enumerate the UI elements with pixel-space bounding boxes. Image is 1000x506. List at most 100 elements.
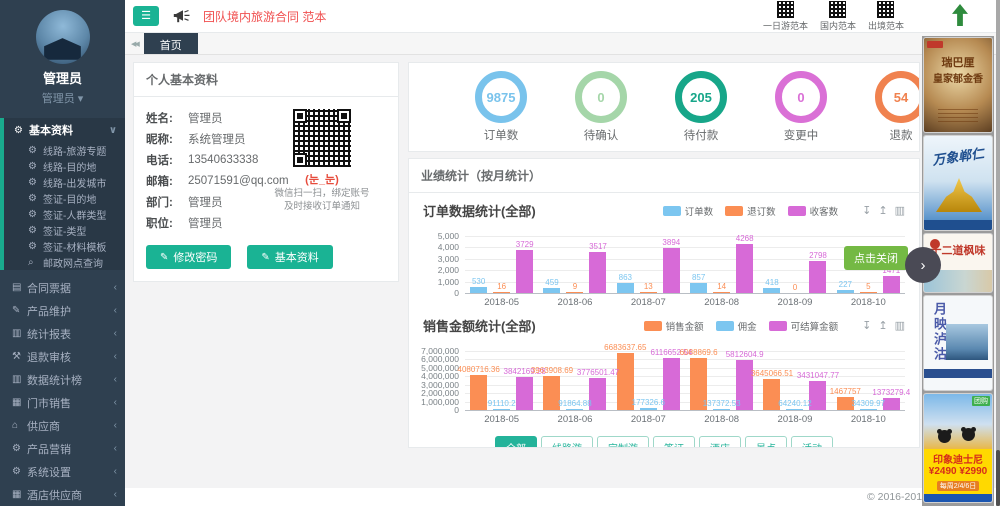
- bar[interactable]: [809, 261, 826, 293]
- sidebar-subitem[interactable]: ⌕邮政网点查询: [4, 254, 125, 270]
- bar[interactable]: [566, 409, 583, 410]
- legend-item[interactable]: 收客数: [788, 204, 839, 218]
- bar[interactable]: [640, 408, 657, 410]
- chart-type-icon[interactable]: ▥: [895, 204, 905, 217]
- qr-template-group: 一日游范本国内范本出境范本: [763, 1, 904, 32]
- tab-home[interactable]: 首页: [144, 33, 198, 54]
- collapse-ads-button[interactable]: ›: [905, 247, 941, 283]
- change-password-button[interactable]: ✎修改密码: [146, 245, 231, 269]
- bar[interactable]: [860, 409, 877, 410]
- sidebar-item[interactable]: ▥数据统计榜‹: [0, 368, 125, 391]
- bar[interactable]: [640, 292, 657, 293]
- sidebar-item[interactable]: ⌂供应商‹: [0, 414, 125, 437]
- bar-value-label: 418: [765, 278, 778, 287]
- bar-slot: 530: [470, 236, 487, 293]
- close-ad-button[interactable]: 点击关闭: [844, 246, 908, 270]
- qr-template-item[interactable]: 一日游范本: [763, 1, 808, 32]
- sidebar-subitem[interactable]: ⚙签证-材料模板: [4, 238, 125, 254]
- avatar[interactable]: [36, 10, 90, 64]
- save-image-icon[interactable]: ↧: [862, 204, 871, 217]
- bar[interactable]: [883, 276, 900, 293]
- legend-item[interactable]: 可结算金额: [769, 319, 839, 333]
- chart-type-icon[interactable]: ▥: [895, 319, 905, 332]
- sidebar-toggle-button[interactable]: ☰: [133, 6, 159, 26]
- x-axis-labels: 2018-052018-062018-072018-082018-092018-…: [465, 297, 905, 308]
- sidebar-item[interactable]: ⚒退款审核‹: [0, 345, 125, 368]
- bar[interactable]: [493, 292, 510, 293]
- user-role-dropdown[interactable]: 管理员 ▾: [0, 90, 125, 106]
- sidebar-item-basic-info[interactable]: ⚙ 基本资料 ∨: [4, 118, 125, 142]
- filter-button-活动[interactable]: 活动: [791, 436, 833, 448]
- bar[interactable]: [543, 288, 560, 293]
- bar-value-label: 34309.97: [852, 399, 885, 408]
- sidebar-item[interactable]: ▥统计报表‹: [0, 322, 125, 345]
- ad-poster[interactable]: 月映泸沽: [924, 296, 992, 390]
- notice-marquee[interactable]: 团队境内旅游合同 范本: [203, 8, 326, 25]
- bar[interactable]: [470, 375, 487, 410]
- bar-value-label: 3894: [662, 238, 680, 247]
- bar[interactable]: [713, 292, 730, 293]
- bar[interactable]: [566, 292, 583, 293]
- y-axis-tick: 2,000: [438, 265, 459, 275]
- bar[interactable]: [690, 283, 707, 293]
- legend-item[interactable]: 订单数: [663, 204, 714, 218]
- filter-button-酒店[interactable]: 酒店: [699, 436, 741, 448]
- ad-poster[interactable]: 瑞巴厘皇家郁金香: [924, 38, 992, 132]
- qr-template-item[interactable]: 出境范本: [868, 1, 904, 32]
- sidebar-item[interactable]: ▤合同票据‹: [0, 276, 125, 299]
- tab-scroll-left-icon[interactable]: ◀◀: [131, 40, 138, 48]
- filter-button-线路游[interactable]: 线路游: [541, 436, 593, 448]
- restore-icon[interactable]: ↥: [878, 204, 887, 217]
- bar[interactable]: [589, 252, 606, 293]
- sidebar-item[interactable]: ▦酒店供应商‹: [0, 483, 125, 506]
- filter-button-景点[interactable]: 景点: [745, 436, 787, 448]
- sidebar-item[interactable]: ▦门市销售‹: [0, 391, 125, 414]
- ad-poster[interactable]: 团购印象迪士尼¥2490 ¥2990每周2/4/6日: [924, 394, 992, 502]
- scrollbar-thumb[interactable]: [996, 450, 1000, 506]
- scrollbar-track[interactable]: [996, 0, 1000, 506]
- bar[interactable]: [493, 409, 510, 410]
- bar[interactable]: [713, 409, 730, 410]
- qr-template-item[interactable]: 国内范本: [820, 1, 856, 32]
- filter-button-签证[interactable]: 签证: [653, 436, 695, 448]
- bar-slot: 3431047.77: [809, 351, 826, 410]
- sidebar-subitem-label: 签证-目的地: [43, 191, 125, 206]
- bar[interactable]: [470, 287, 487, 293]
- sidebar-subitem[interactable]: ⚙签证-目的地: [4, 190, 125, 206]
- bar[interactable]: [589, 378, 606, 410]
- bar-value-label: 4268: [736, 234, 754, 243]
- ad-poster[interactable]: 万象郸仁: [924, 136, 992, 230]
- basic-info-button[interactable]: ✎基本资料: [247, 245, 332, 269]
- sidebar-subitem[interactable]: ⚙线路-旅游专题: [4, 142, 125, 158]
- filter-button-全部[interactable]: 全部: [495, 436, 537, 448]
- qr-emoticon: (눈_눈): [258, 171, 386, 187]
- sidebar-item[interactable]: ⚙产品营销‹: [0, 437, 125, 460]
- bar[interactable]: [883, 398, 900, 410]
- sidebar-subitem[interactable]: ⚙签证-人群类型: [4, 206, 125, 222]
- restore-icon[interactable]: ↥: [878, 319, 887, 332]
- sidebar-item[interactable]: ⚙系统设置‹: [0, 460, 125, 483]
- legend-item[interactable]: 佣金: [716, 319, 757, 333]
- bar[interactable]: [809, 381, 826, 410]
- legend-item[interactable]: 销售金额: [644, 319, 704, 333]
- bar[interactable]: [837, 290, 854, 293]
- bar[interactable]: [516, 250, 533, 293]
- bar[interactable]: [663, 248, 680, 293]
- bar[interactable]: [663, 358, 680, 410]
- bar[interactable]: [860, 292, 877, 293]
- bar[interactable]: [763, 288, 780, 293]
- bar[interactable]: [736, 244, 753, 294]
- filter-button-定制游[interactable]: 定制游: [597, 436, 649, 448]
- sidebar-subitem[interactable]: ⚙签证-类型: [4, 222, 125, 238]
- bar[interactable]: [516, 377, 533, 410]
- bar-slot: 4268: [736, 236, 753, 293]
- sidebar-subitem[interactable]: ⚙线路-目的地: [4, 158, 125, 174]
- sidebar-item[interactable]: ✎产品维护‹: [0, 299, 125, 322]
- bar[interactable]: [786, 409, 803, 410]
- bar-value-label: 6088869.6: [680, 348, 718, 357]
- bar[interactable]: [617, 283, 634, 293]
- sidebar-subitem[interactable]: ⚙线路-出发城市: [4, 174, 125, 190]
- legend-item[interactable]: 退订数: [725, 204, 776, 218]
- save-image-icon[interactable]: ↧: [862, 319, 871, 332]
- bar-value-label: 91864.88: [558, 399, 591, 408]
